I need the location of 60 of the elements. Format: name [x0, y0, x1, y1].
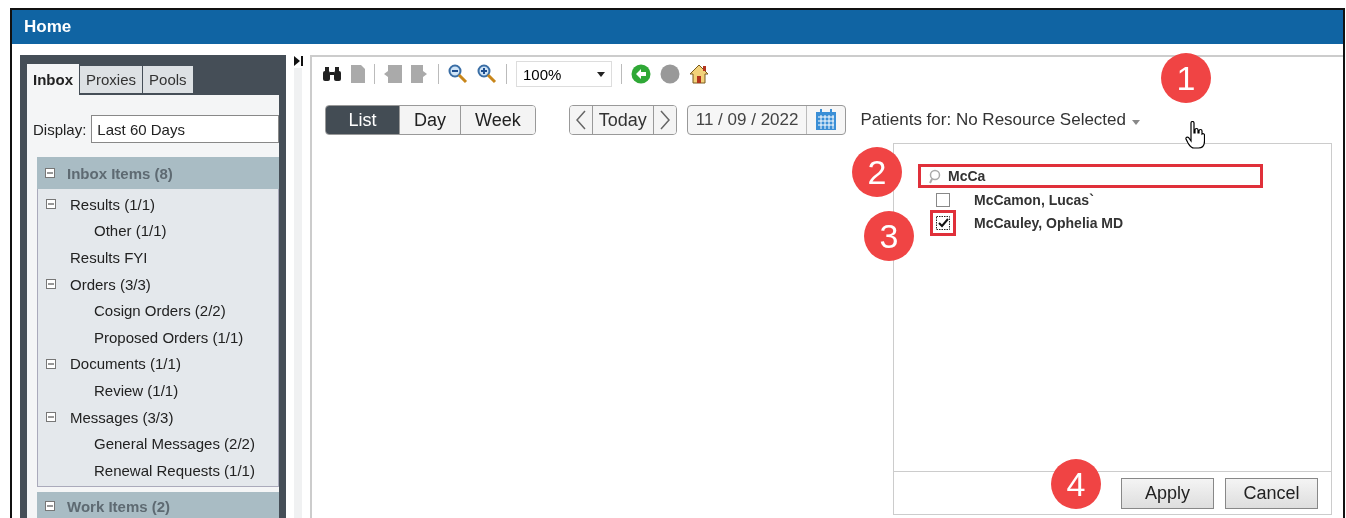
search-field[interactable]: McCa [918, 164, 1263, 188]
caret-icon[interactable] [597, 71, 605, 77]
search-value: McCa [948, 168, 986, 184]
display-label: Display: [33, 120, 87, 138]
collapse-panel-icon[interactable] [293, 56, 303, 66]
chevron-right-icon [659, 110, 670, 130]
option-label[interactable]: McCauley, Ophelia MD [974, 214, 1124, 231]
tree-item[interactable]: General Messages (2/2) [94, 435, 255, 453]
option-label[interactable]: McCamon, Lucas` [974, 191, 1094, 208]
today-button[interactable]: Today [591, 106, 654, 134]
previous-page-icon[interactable] [384, 65, 402, 83]
zoom-out-icon[interactable] [448, 64, 468, 84]
panel-tab[interactable]: Proxies [80, 66, 143, 93]
tree-item[interactable]: Review (1/1) [94, 381, 179, 399]
previous-button[interactable] [569, 106, 592, 134]
display-field[interactable]: Last 60 Days [91, 115, 279, 143]
tree-item[interactable]: Cosign Orders (2/2) [94, 302, 226, 320]
tree-item[interactable]: Messages (3/3) [70, 408, 174, 426]
tree-item[interactable]: Results (1/1) [70, 195, 156, 213]
section-title: Work Items (2) [67, 497, 171, 515]
chevron-left-icon [575, 110, 586, 130]
page-icon[interactable] [351, 65, 365, 83]
date-field[interactable]: 11 / 09 / 2022 [686, 105, 847, 135]
window-title: Home [24, 17, 72, 37]
date-value: 11 / 09 / 2022 [694, 110, 800, 130]
panel-tab[interactable]: Pools [143, 66, 193, 93]
step-number-badge: 2 [852, 147, 902, 197]
checkbox[interactable] [936, 215, 950, 230]
view-tab[interactable]: Week [460, 106, 535, 134]
checkbox[interactable] [936, 192, 950, 207]
collapse-icon[interactable] [46, 358, 56, 369]
tree-item[interactable]: Results FYI [70, 249, 148, 266]
step-number-badge: 3 [864, 211, 914, 261]
collapse-icon[interactable] [45, 500, 55, 511]
collapse-icon[interactable] [46, 279, 56, 290]
tree-item[interactable]: Orders (3/3) [70, 275, 151, 293]
collapse-icon[interactable] [46, 199, 56, 210]
zoom-dropdown[interactable]: 100% [516, 61, 612, 87]
circle-icon[interactable] [660, 64, 680, 84]
zoom-in-icon[interactable] [477, 64, 497, 84]
collapse-icon[interactable] [45, 168, 55, 178]
dialog-button[interactable]: Apply [1121, 477, 1214, 509]
view-tab[interactable]: Day [399, 106, 460, 134]
binoculars-icon[interactable] [322, 66, 342, 82]
home-icon[interactable] [689, 64, 709, 84]
search-icon [929, 168, 942, 184]
panel-tab[interactable]: Inbox [27, 64, 79, 95]
calendar-icon[interactable] [815, 109, 838, 131]
patients-for-dropdown[interactable]: Patients for: No Resource Selected [860, 110, 1126, 130]
next-page-icon[interactable] [411, 65, 429, 83]
section-title: Inbox Items (8) [67, 164, 173, 182]
view-tab[interactable]: List [326, 106, 399, 134]
dialog-button[interactable]: Cancel [1225, 477, 1318, 509]
tree-item[interactable]: Documents (1/1) [70, 355, 181, 373]
tree-item[interactable]: Other (1/1) [94, 222, 167, 240]
collapse-icon[interactable] [46, 412, 56, 423]
tree-item[interactable]: Renewal Requests (1/1) [94, 461, 255, 479]
next-button[interactable] [653, 106, 676, 134]
step-number-badge: 1 [1161, 53, 1211, 103]
tree-item[interactable]: Proposed Orders (1/1) [94, 328, 244, 346]
